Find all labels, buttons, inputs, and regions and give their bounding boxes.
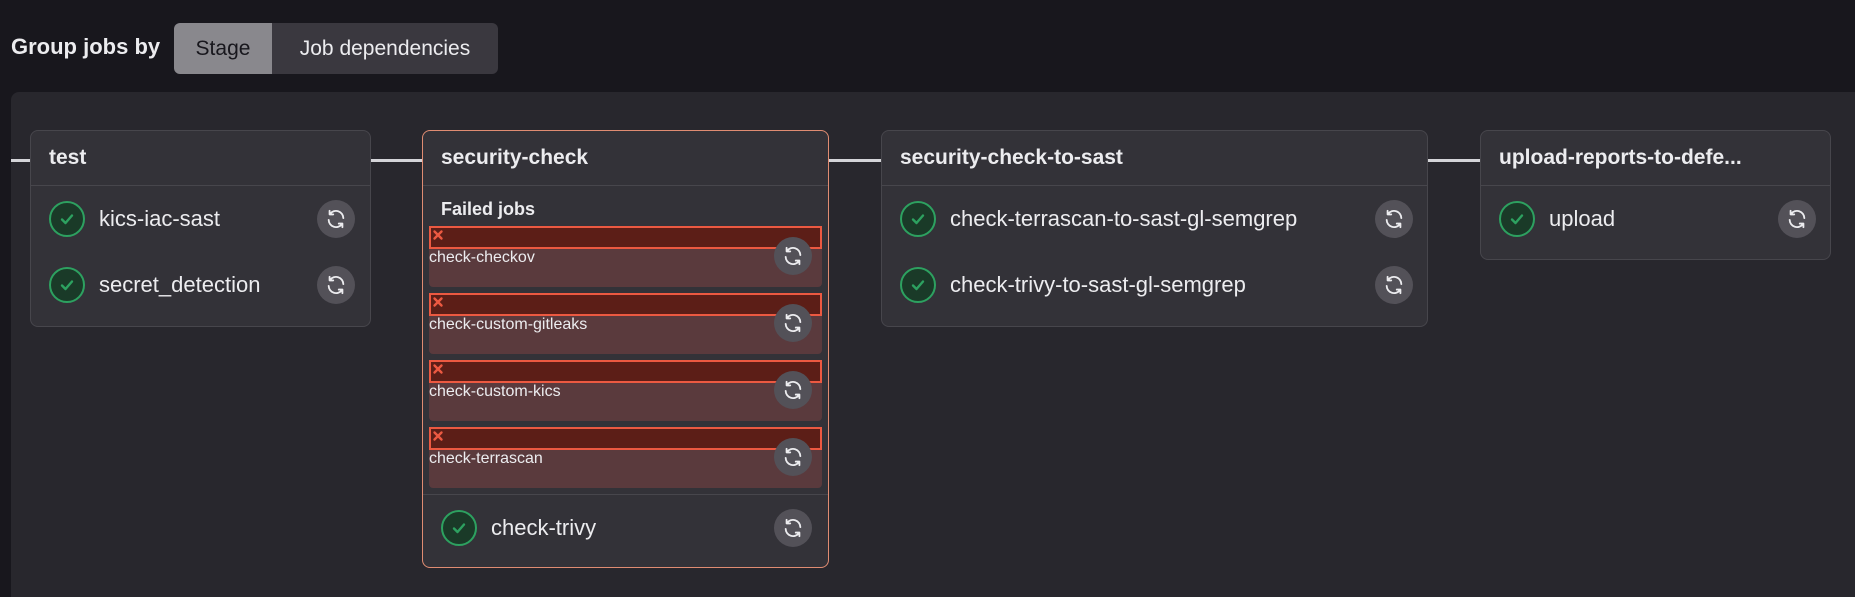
- group-jobs-label: Group jobs by: [11, 34, 161, 59]
- retry-icon[interactable]: [774, 371, 812, 409]
- job-upload[interactable]: upload: [1481, 186, 1830, 252]
- stage-upload-reports: upload-reports-to-defe... upload: [1480, 130, 1831, 260]
- x-circle-icon: [429, 360, 822, 383]
- retry-icon[interactable]: [1375, 266, 1413, 304]
- job-name: check-custom-kics: [429, 383, 561, 400]
- job-check-custom-kics[interactable]: check-custom-kics: [429, 360, 822, 421]
- group-by-stage-button[interactable]: Stage: [174, 23, 272, 74]
- stage-connector: [1428, 159, 1480, 162]
- retry-icon[interactable]: [774, 509, 812, 547]
- job-check-trivy[interactable]: check-trivy: [423, 495, 828, 561]
- stage-security-check: security-check Failed jobs check-checkov…: [422, 130, 829, 568]
- toolbar: Group jobs by Stage Job dependencies: [0, 0, 1855, 92]
- job-check-trivy-to-sast-gl-semgrep[interactable]: check-trivy-to-sast-gl-semgrep: [882, 252, 1427, 318]
- stage-security-check-to-sast: security-check-to-sast check-terrascan-t…: [881, 130, 1428, 327]
- retry-icon[interactable]: [1375, 200, 1413, 238]
- job-name: check-checkov: [429, 249, 535, 266]
- job-secret-detection[interactable]: secret_detection: [31, 252, 370, 318]
- job-name: upload: [1549, 206, 1616, 231]
- job-name: check-custom-gitleaks: [429, 316, 588, 333]
- job-name: check-terrascan-to-sast-gl-semgrep: [950, 206, 1298, 231]
- stage-title: security-check: [423, 131, 828, 186]
- job-name: secret_detection: [99, 272, 261, 297]
- stage-title: security-check-to-sast: [882, 131, 1427, 186]
- retry-icon[interactable]: [1778, 200, 1816, 238]
- job-check-custom-gitleaks[interactable]: check-custom-gitleaks: [429, 293, 822, 354]
- check-circle-icon: [49, 267, 85, 303]
- check-circle-icon: [900, 267, 936, 303]
- x-circle-icon: [429, 293, 822, 316]
- job-name: check-terrascan: [429, 450, 543, 467]
- stage-test: test kics-iac-sast secret_detection: [30, 130, 371, 327]
- check-circle-icon: [1499, 201, 1535, 237]
- check-circle-icon: [441, 510, 477, 546]
- x-circle-icon: [429, 427, 822, 450]
- stage-title: upload-reports-to-defe...: [1481, 131, 1830, 186]
- retry-icon[interactable]: [317, 200, 355, 238]
- group-by-toggle: Stage Job dependencies: [174, 23, 498, 74]
- stage-connector: [11, 159, 30, 162]
- job-kics-iac-sast[interactable]: kics-iac-sast: [31, 186, 370, 252]
- check-circle-icon: [49, 201, 85, 237]
- job-check-terrascan[interactable]: check-terrascan: [429, 427, 822, 488]
- retry-icon[interactable]: [774, 438, 812, 476]
- job-check-terrascan-to-sast-gl-semgrep[interactable]: check-terrascan-to-sast-gl-semgrep: [882, 186, 1427, 252]
- stage-connector: [371, 159, 422, 162]
- job-name: kics-iac-sast: [99, 206, 221, 231]
- check-circle-icon: [900, 201, 936, 237]
- retry-icon[interactable]: [774, 237, 812, 275]
- job-name: check-trivy: [491, 515, 597, 540]
- job-check-checkov[interactable]: check-checkov: [429, 226, 822, 287]
- retry-icon[interactable]: [317, 266, 355, 304]
- stage-connector: [829, 159, 881, 162]
- group-by-job-dependencies-button[interactable]: Job dependencies: [272, 23, 498, 74]
- x-circle-icon: [429, 226, 822, 249]
- retry-icon[interactable]: [774, 304, 812, 342]
- job-name: check-trivy-to-sast-gl-semgrep: [950, 272, 1246, 297]
- stage-title: test: [31, 131, 370, 186]
- failed-jobs-header: Failed jobs: [441, 199, 536, 219]
